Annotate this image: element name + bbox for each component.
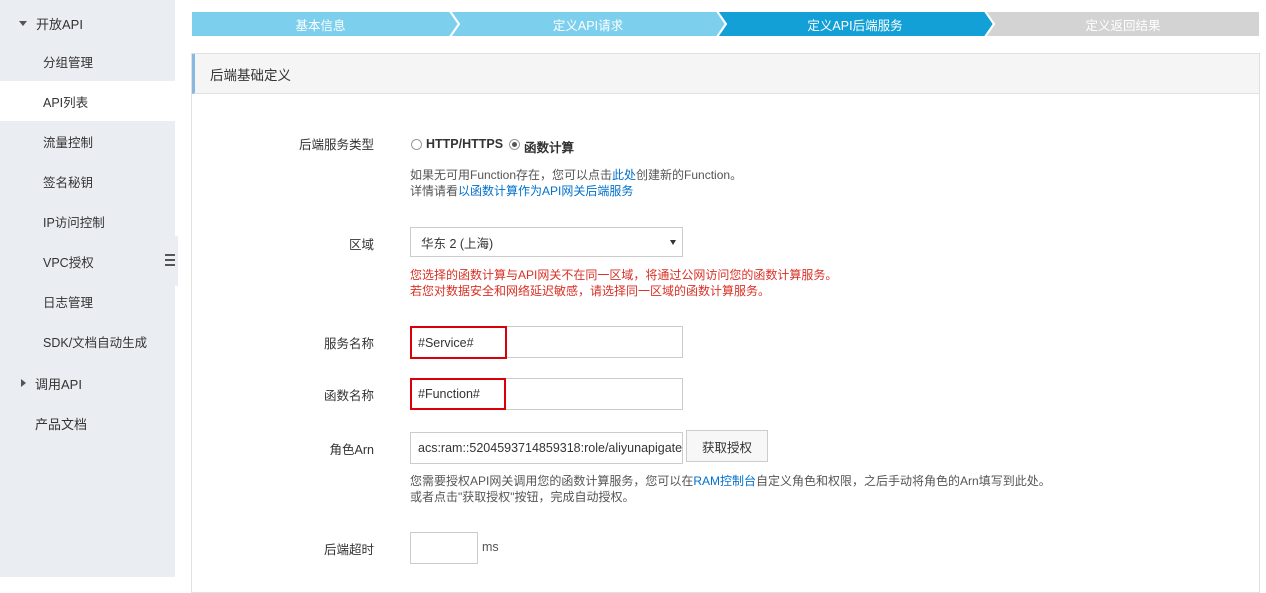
radio-http[interactable] <box>411 139 422 150</box>
get-authorization-button[interactable]: 获取授权 <box>686 430 768 462</box>
step-define-response: 定义返回结果 <box>1085 18 1161 33</box>
function-name-highlight[interactable]: #Function# <box>410 378 506 410</box>
fc-docs-link[interactable]: 以函数计算作为API网关后端服务 <box>458 184 633 198</box>
radio-function-compute-label[interactable]: 函数计算 <box>524 137 574 156</box>
sidebar-item-sdk-docs[interactable]: SDK/文档自动生成 <box>0 321 175 361</box>
help-text: 您需要授权API网关调用您的函数计算服务，您可以在 <box>410 474 694 488</box>
panel-title: 后端基础定义 <box>192 54 1259 94</box>
radio-http-label[interactable]: HTTP/HTTPS <box>426 137 503 151</box>
sidebar-item-product-docs[interactable]: 产品文档 <box>0 403 175 443</box>
role-help-1: 您需要授权API网关调用您的函数计算服务，您可以在RAM控制台自定义角色和权限，… <box>410 473 1051 489</box>
step-basic-info: 基本信息 <box>295 18 346 33</box>
role-help-2: 或者点击"获取授权"按钮，完成自动授权。 <box>410 490 635 504</box>
sidebar-item-log-manage[interactable]: 日志管理 <box>0 281 175 321</box>
radio-function-compute[interactable] <box>509 139 520 150</box>
region-warning-2: 若您对数据安全和网络延迟敏感，请选择同一区域的函数计算服务。 <box>410 284 771 298</box>
create-function-link[interactable]: 此处 <box>612 168 636 182</box>
menu-collapse-icon[interactable] <box>165 254 175 266</box>
backend-type-help-2: 详情请看以函数计算作为API网关后端服务 <box>410 183 633 199</box>
sidebar-group-label: 开放API <box>36 16 83 32</box>
ram-console-link[interactable]: RAM控制台 <box>693 474 756 488</box>
timeout-unit: ms <box>482 540 499 554</box>
timeout-input[interactable] <box>410 532 478 564</box>
chevron-down-icon <box>19 20 27 26</box>
caret-down-icon <box>670 240 676 245</box>
region-label: 区域 <box>348 238 374 252</box>
timeout-label: 后端超时 <box>323 543 374 557</box>
role-arn-input[interactable]: acs:ram::5204593714859318:role/aliyunapi… <box>410 432 683 464</box>
region-select[interactable]: 华东 2 (上海) <box>410 227 683 257</box>
sidebar-item-traffic-control[interactable]: 流量控制 <box>0 121 175 161</box>
help-text: 如果无可用Function存在，您可以点击 <box>410 168 613 182</box>
sidebar-item-signature-key[interactable]: 签名秘钥 <box>0 161 175 201</box>
service-name-highlight[interactable]: #Service# <box>410 326 507 359</box>
sidebar-item-ip-access[interactable]: IP访问控制 <box>0 201 175 241</box>
role-arn-label: 角色Arn <box>329 443 374 457</box>
service-name-label: 服务名称 <box>323 337 374 351</box>
sidebar-item-api-list[interactable]: API列表 <box>0 81 175 121</box>
sidebar-group-open-api[interactable]: 开放API <box>0 3 175 43</box>
backend-type-help-1: 如果无可用Function存在，您可以点击此处创建新的Function。 <box>410 167 742 183</box>
sidebar-group-call-api[interactable]: 调用API <box>0 363 175 403</box>
sidebar-item-group-manage[interactable]: 分组管理 <box>0 41 175 81</box>
chevron-right-icon <box>21 379 26 387</box>
step-define-request: 定义API请求 <box>552 18 624 33</box>
help-text: 自定义角色和权限，之后手动将角色的Arn填写到此处。 <box>756 474 1051 488</box>
function-name-label: 函数名称 <box>323 389 374 403</box>
help-text: 创建新的Function。 <box>636 168 743 182</box>
sidebar-item-vpc-auth[interactable]: VPC授权 <box>0 241 175 281</box>
sidebar: 开放API 分组管理 API列表 流量控制 签名秘钥 IP访问控制 VPC授权 … <box>0 0 175 577</box>
region-warning-1: 您选择的函数计算与API网关不在同一区域，将通过公网访问您的函数计算服务。 <box>410 268 838 282</box>
step-progress-bar: 基本信息 定义API请求 定义API后端服务 定义返回结果 <box>191 11 1260 37</box>
backend-type-label: 后端服务类型 <box>298 138 374 152</box>
help-text: 详情请看 <box>410 184 459 198</box>
region-select-value: 华东 2 (上海) <box>421 236 494 251</box>
step-define-backend: 定义API后端服务 <box>807 18 903 33</box>
sidebar-group-label: 调用API <box>35 376 82 392</box>
